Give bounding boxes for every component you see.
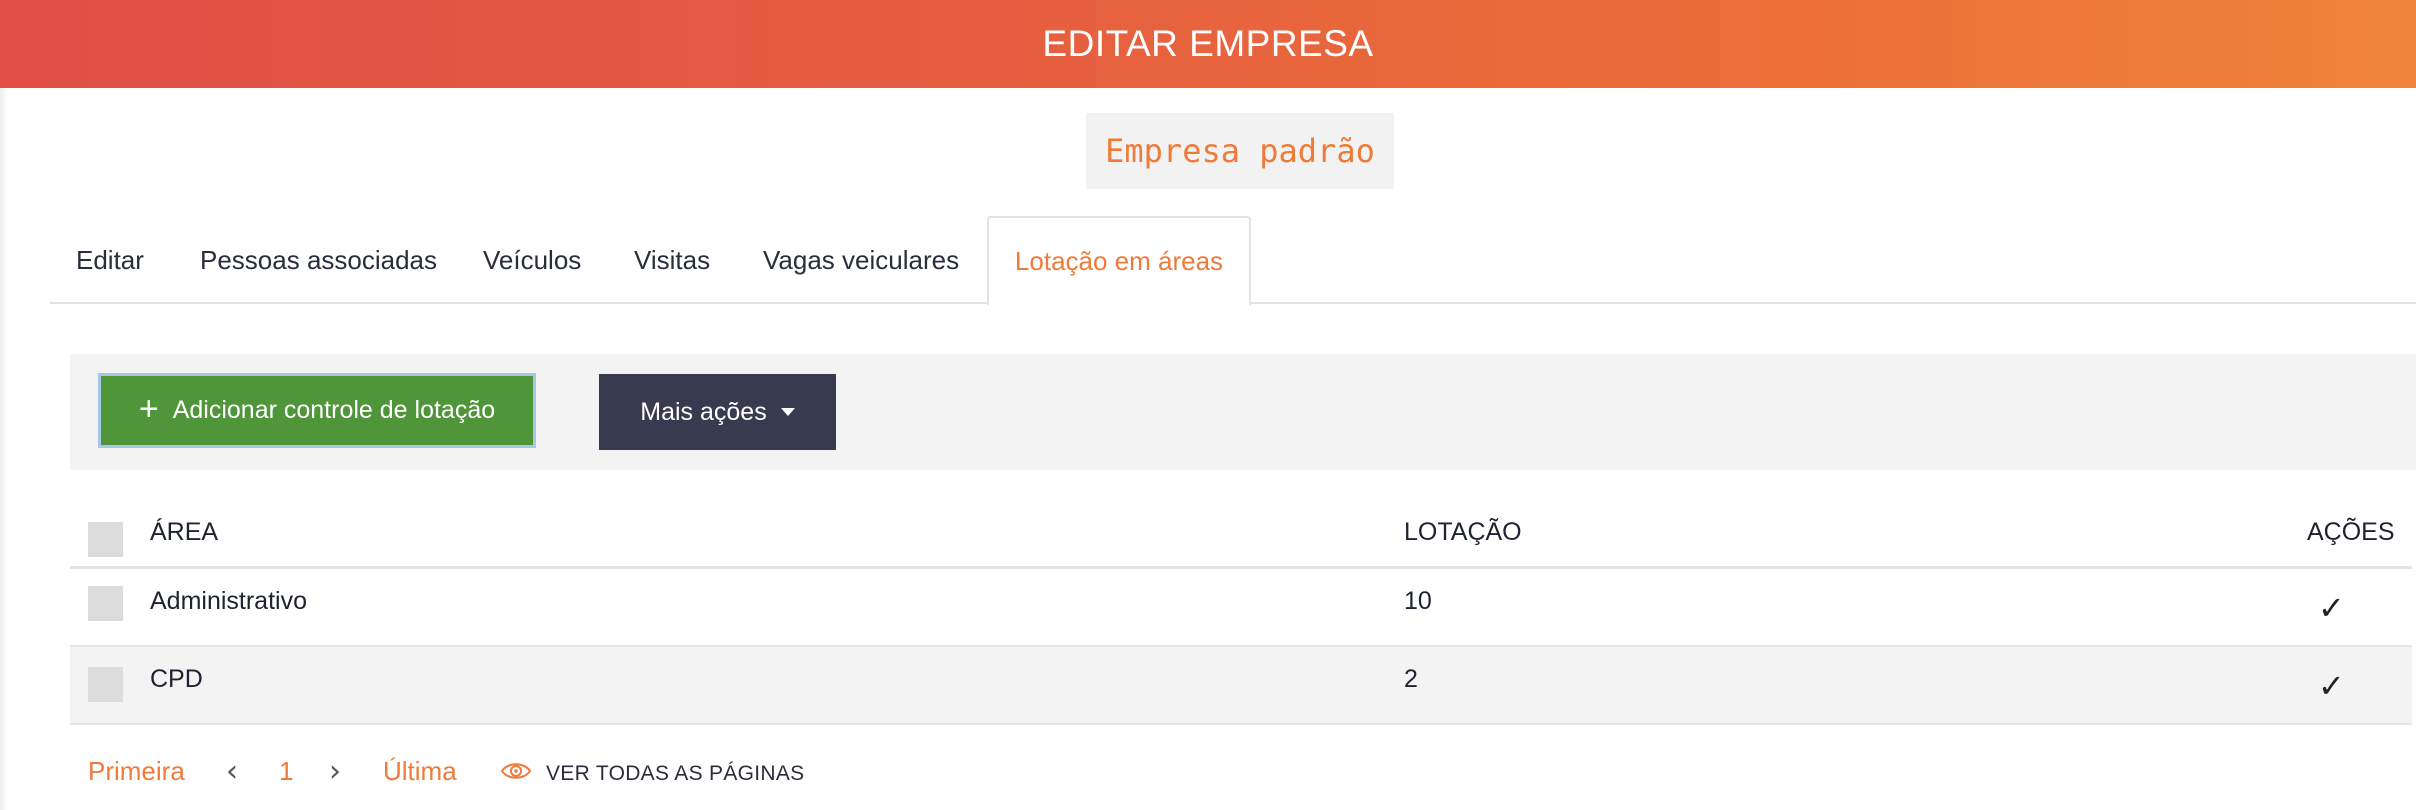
check-icon[interactable]: ✓ [2318, 667, 2345, 705]
column-header-area: ÁREA [150, 518, 219, 546]
actions-toolbar: + Adicionar controle de lotação Mais açõ… [70, 354, 2416, 470]
view-all-pages-label: VER TODAS AS PÁGINAS [546, 761, 805, 785]
cell-lotacao: 2 [1404, 665, 1418, 693]
tab-pessoas-associadas[interactable]: Pessoas associadas [200, 216, 437, 304]
table-header-row: ÁREA LOTAÇÃO AÇÕES [70, 502, 2412, 569]
company-name: Empresa padrão [1105, 132, 1375, 170]
row-checkbox[interactable] [88, 586, 123, 621]
tab-label: Vagas veiculares [763, 244, 960, 275]
page-edge-shadow [0, 88, 8, 810]
view-all-pages-button[interactable]: VER TODAS AS PÁGINAS [500, 760, 804, 787]
page-header: EDITAR EMPRESA [0, 0, 2416, 88]
add-occupancy-control-button[interactable]: + Adicionar controle de lotação [98, 373, 536, 448]
eye-icon [500, 760, 532, 787]
more-actions-label: Mais ações [640, 397, 767, 426]
tab-bar: Editar Pessoas associadas Veículos Visit… [50, 216, 2416, 306]
tab-label: Veículos [483, 244, 582, 275]
page-title: EDITAR EMPRESA [1042, 23, 1374, 64]
column-header-acoes: AÇÕES [2307, 518, 2395, 546]
cell-area: CPD [150, 665, 203, 693]
occupancy-table: ÁREA LOTAÇÃO AÇÕES Administrativo 10 ✓ C… [70, 502, 2412, 725]
cell-lotacao: 10 [1404, 587, 1432, 615]
more-actions-button[interactable]: Mais ações [599, 374, 836, 450]
add-button-label: Adicionar controle de lotação [172, 396, 496, 424]
row-checkbox[interactable] [88, 667, 123, 702]
cell-area: Administrativo [150, 587, 307, 615]
tab-veiculos[interactable]: Veículos [483, 216, 581, 304]
tab-lotacao-em-areas[interactable]: Lotação em áreas [987, 216, 1251, 306]
tab-editar[interactable]: Editar [76, 216, 144, 304]
pagination: Primeira ‹ 1 › Última VER TODAS AS PÁGIN… [88, 754, 1088, 792]
current-page-link[interactable]: 1 [279, 756, 293, 787]
tab-label: Lotação em áreas [1014, 245, 1224, 276]
last-page-link[interactable]: Última [383, 756, 457, 787]
tab-label: Editar [76, 244, 144, 275]
first-page-link[interactable]: Primeira [88, 756, 185, 787]
tab-label: Visitas [634, 244, 711, 275]
tab-visitas[interactable]: Visitas [634, 216, 710, 304]
tab-vagas-veiculares[interactable]: Vagas veiculares [763, 216, 959, 304]
table-row: Administrativo 10 ✓ [70, 569, 2412, 647]
column-header-lotacao: LOTAÇÃO [1404, 518, 1522, 546]
table-row: CPD 2 ✓ [70, 647, 2412, 725]
select-all-checkbox[interactable] [88, 522, 123, 557]
chevron-left-icon[interactable]: ‹ [226, 754, 238, 789]
chevron-right-icon[interactable]: › [329, 754, 341, 789]
tab-label: Pessoas associadas [200, 244, 438, 275]
company-name-badge: Empresa padrão [1086, 113, 1394, 189]
check-icon[interactable]: ✓ [2318, 589, 2345, 627]
caret-down-icon [780, 408, 795, 416]
plus-icon: + [138, 389, 159, 428]
